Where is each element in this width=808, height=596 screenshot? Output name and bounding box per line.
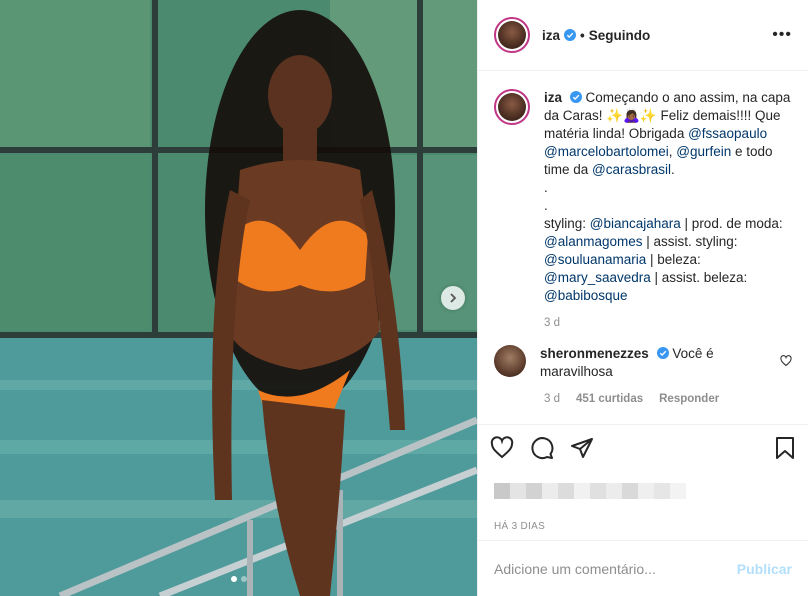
caption-text-part: styling: <box>544 216 590 231</box>
caption-text: iza Começando o ano assim, na capa da Ca… <box>544 89 792 305</box>
caption-mention-link[interactable]: @alanmagomes <box>544 234 643 249</box>
verified-badge-icon <box>564 29 577 41</box>
caption-text-part: . <box>544 180 548 195</box>
caption-mention-link[interactable]: @gurfein <box>676 144 731 159</box>
window-frames <box>0 0 477 596</box>
carousel-dot-active <box>230 576 237 582</box>
post-header: iza • Seguindo ••• <box>478 0 808 71</box>
caption-mention-link[interactable]: @fssaopaulo <box>688 126 767 141</box>
verified-badge-icon <box>569 91 582 103</box>
caption-text-part: . <box>671 162 675 177</box>
more-options-icon[interactable]: ••• <box>772 26 792 44</box>
separator-dot: • <box>580 27 585 43</box>
comment-meta: 3 d 451 curtidas Responder <box>544 393 792 405</box>
heart-icon[interactable] <box>490 435 514 460</box>
carousel-next-button[interactable] <box>441 286 465 310</box>
author-username[interactable]: iza <box>542 28 560 43</box>
verified-badge-icon <box>656 347 669 359</box>
commenter-username[interactable]: sheronmenezzes <box>540 346 649 361</box>
caption-mention-link[interactable]: @carasbrasil <box>592 162 671 177</box>
caption-time: 3 d <box>544 317 560 329</box>
add-comment-bar: Publicar <box>478 540 808 596</box>
carousel-dots <box>0 576 477 582</box>
comment-time: 3 d <box>544 393 560 405</box>
author-avatar[interactable] <box>494 17 530 53</box>
caption-text-part: . <box>544 198 548 213</box>
comments-section: iza Começando o ano assim, na capa da Ca… <box>478 71 808 424</box>
caption-text-part: | prod. de moda: <box>680 216 783 231</box>
following-button[interactable]: Seguindo <box>589 28 651 43</box>
caption-body: Começando o ano assim, na capa da Caras!… <box>544 90 790 303</box>
action-bar <box>478 424 808 470</box>
caption-text-part: | assist. beleza: <box>650 270 748 285</box>
caption-mention-link[interactable]: @babibosque <box>544 288 628 303</box>
comment-row: sheronmenezzes Você é maravilhosa <box>494 345 792 381</box>
comment-like-heart-icon[interactable] <box>780 355 792 367</box>
bookmark-icon[interactable] <box>774 436 796 460</box>
publish-button[interactable]: Publicar <box>737 561 792 577</box>
caption-avatar[interactable] <box>494 89 530 125</box>
post-photo[interactable] <box>0 0 477 596</box>
caption-mention-link[interactable]: @souluanamaria <box>544 252 646 267</box>
caption-text-part: | beleza: <box>646 252 701 267</box>
comment-icon[interactable] <box>530 436 554 460</box>
instagram-post: iza • Seguindo ••• iza Começando o ano a… <box>0 0 808 596</box>
caption-username[interactable]: iza <box>544 90 562 105</box>
caption-mention-link[interactable]: @mary_saavedra <box>544 270 651 285</box>
likes-row <box>478 470 808 512</box>
post-date: HÁ 3 DIAS <box>494 520 546 532</box>
caption-row: iza Começando o ano assim, na capa da Ca… <box>494 89 792 305</box>
share-icon[interactable] <box>570 436 594 460</box>
reply-button[interactable]: Responder <box>659 393 719 405</box>
chevron-right-icon <box>450 293 457 303</box>
commenter-avatar[interactable] <box>494 345 526 377</box>
comment-input[interactable] <box>494 560 737 577</box>
caption-mention-link[interactable]: @biancajahara <box>590 216 681 231</box>
comment-likes[interactable]: 451 curtidas <box>576 393 643 405</box>
caption-mention-link[interactable]: @marcelobartolomei <box>544 144 669 159</box>
carousel-dot <box>240 576 247 582</box>
caption-text-part: | assist. styling: <box>642 234 738 249</box>
post-sidebar: iza • Seguindo ••• iza Começando o ano a… <box>477 0 808 596</box>
blurred-likes <box>494 483 686 499</box>
comment-text: sheronmenezzes Você é maravilhosa <box>540 345 760 381</box>
